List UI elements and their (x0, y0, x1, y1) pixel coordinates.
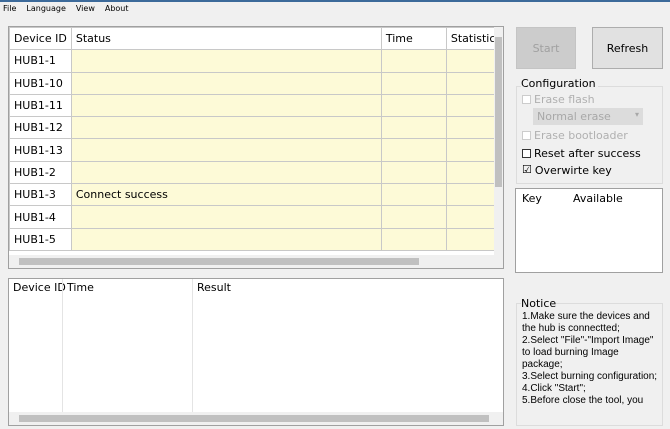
divider (192, 279, 193, 412)
col-status[interactable]: Status (70, 26, 382, 51)
vertical-scrollbar[interactable] (494, 27, 503, 255)
key-col-available[interactable]: Available (573, 192, 623, 205)
menu-view[interactable]: View (76, 2, 95, 15)
log-col-device-id[interactable]: Device ID (13, 281, 66, 294)
start-button[interactable]: Start (516, 27, 576, 69)
device-id-cell: HUB1-1 (9, 49, 72, 73)
status-cell (70, 138, 382, 162)
table-row[interactable]: HUB1-13 (9, 138, 503, 162)
notice-text: 1.Make sure the devices and the hub is c… (522, 311, 658, 406)
label: Erase flash (534, 93, 595, 106)
table-row[interactable]: HUB1-10 (9, 71, 503, 95)
status-cell (70, 93, 382, 118)
time-cell (380, 93, 447, 118)
table-row[interactable]: HUB1-12 (9, 116, 503, 140)
device-id-cell: HUB1-5 (9, 227, 72, 251)
chevron-down-icon: ▾ (634, 110, 639, 119)
label: Reset after success (534, 147, 641, 160)
menu-file[interactable]: File (3, 2, 16, 15)
time-cell (380, 49, 447, 73)
erase-bootloader-checkbox[interactable]: Erase bootloader (522, 129, 628, 142)
device-id-cell: HUB1-12 (9, 116, 72, 140)
status-cell: Connect success (70, 183, 382, 207)
status-cell (70, 160, 382, 185)
col-device-id[interactable]: Device ID (9, 26, 72, 51)
checkbox-icon (522, 95, 531, 104)
table-row[interactable]: HUB1-1 (9, 49, 503, 73)
device-id-cell: HUB1-11 (9, 93, 72, 118)
configuration-title: Configuration (521, 77, 598, 90)
device-id-cell: HUB1-10 (9, 71, 72, 95)
notice-group: 1.Make sure the devices and the hub is c… (516, 303, 663, 426)
time-cell (380, 160, 447, 185)
time-cell (380, 183, 447, 207)
device-id-cell: HUB1-2 (9, 160, 72, 185)
scroll-thumb[interactable] (495, 37, 502, 187)
table-header: Device ID Status Time Statistic (9, 26, 503, 51)
selected-value: Normal erase (537, 110, 611, 123)
menu-bar: File Language View About (0, 2, 129, 15)
menu-language[interactable]: Language (26, 2, 65, 15)
device-id-cell: HUB1-13 (9, 138, 72, 162)
reset-after-success-checkbox[interactable]: Reset after success (522, 147, 641, 160)
device-status-table: Device ID Status Time Statistic HUB1-1 HU… (8, 26, 504, 269)
device-id-cell: HUB1-3 (9, 183, 72, 207)
refresh-button[interactable]: Refresh (592, 27, 663, 69)
label: Erase bootloader (534, 129, 628, 142)
time-cell (380, 205, 447, 229)
time-cell (380, 227, 447, 251)
erase-flash-checkbox[interactable]: Erase flash (522, 93, 595, 106)
notice-title: Notice (521, 297, 557, 310)
table-row[interactable]: HUB1-2 (9, 160, 503, 185)
table-row[interactable]: HUB1-3 Connect success (9, 183, 503, 207)
checkbox-icon (522, 131, 531, 140)
label: Overwirte key (534, 164, 612, 177)
horizontal-scrollbar[interactable] (9, 255, 503, 268)
log-col-result[interactable]: Result (197, 281, 231, 294)
erase-mode-select[interactable]: Normal erase ▾ (533, 108, 643, 125)
checkbox-icon (522, 149, 531, 158)
status-cell (70, 116, 382, 140)
horizontal-scrollbar[interactable] (9, 412, 503, 425)
status-cell (70, 227, 382, 251)
table-row[interactable]: HUB1-5 (9, 227, 503, 251)
table-row[interactable]: HUB1-11 (9, 93, 503, 118)
table-row[interactable]: HUB1-4 (9, 205, 503, 229)
time-cell (380, 138, 447, 162)
col-time[interactable]: Time (380, 26, 447, 51)
overwrite-key-checkbox[interactable]: ☑ Overwirte key (522, 164, 612, 177)
scroll-thumb[interactable] (19, 258, 419, 265)
divider (62, 279, 63, 412)
result-log-table: Device ID Time Result (8, 278, 504, 426)
scroll-thumb[interactable] (19, 415, 489, 422)
key-col-key[interactable]: Key (522, 192, 542, 205)
menu-about[interactable]: About (105, 2, 129, 15)
checkbox-checked-icon: ☑ (522, 163, 532, 176)
log-col-time[interactable]: Time (67, 281, 94, 294)
key-list[interactable]: Key Available (515, 188, 663, 273)
time-cell (380, 71, 447, 95)
status-cell (70, 49, 382, 73)
status-cell (70, 205, 382, 229)
status-cell (70, 71, 382, 95)
device-id-cell: HUB1-4 (9, 205, 72, 229)
time-cell (380, 116, 447, 140)
